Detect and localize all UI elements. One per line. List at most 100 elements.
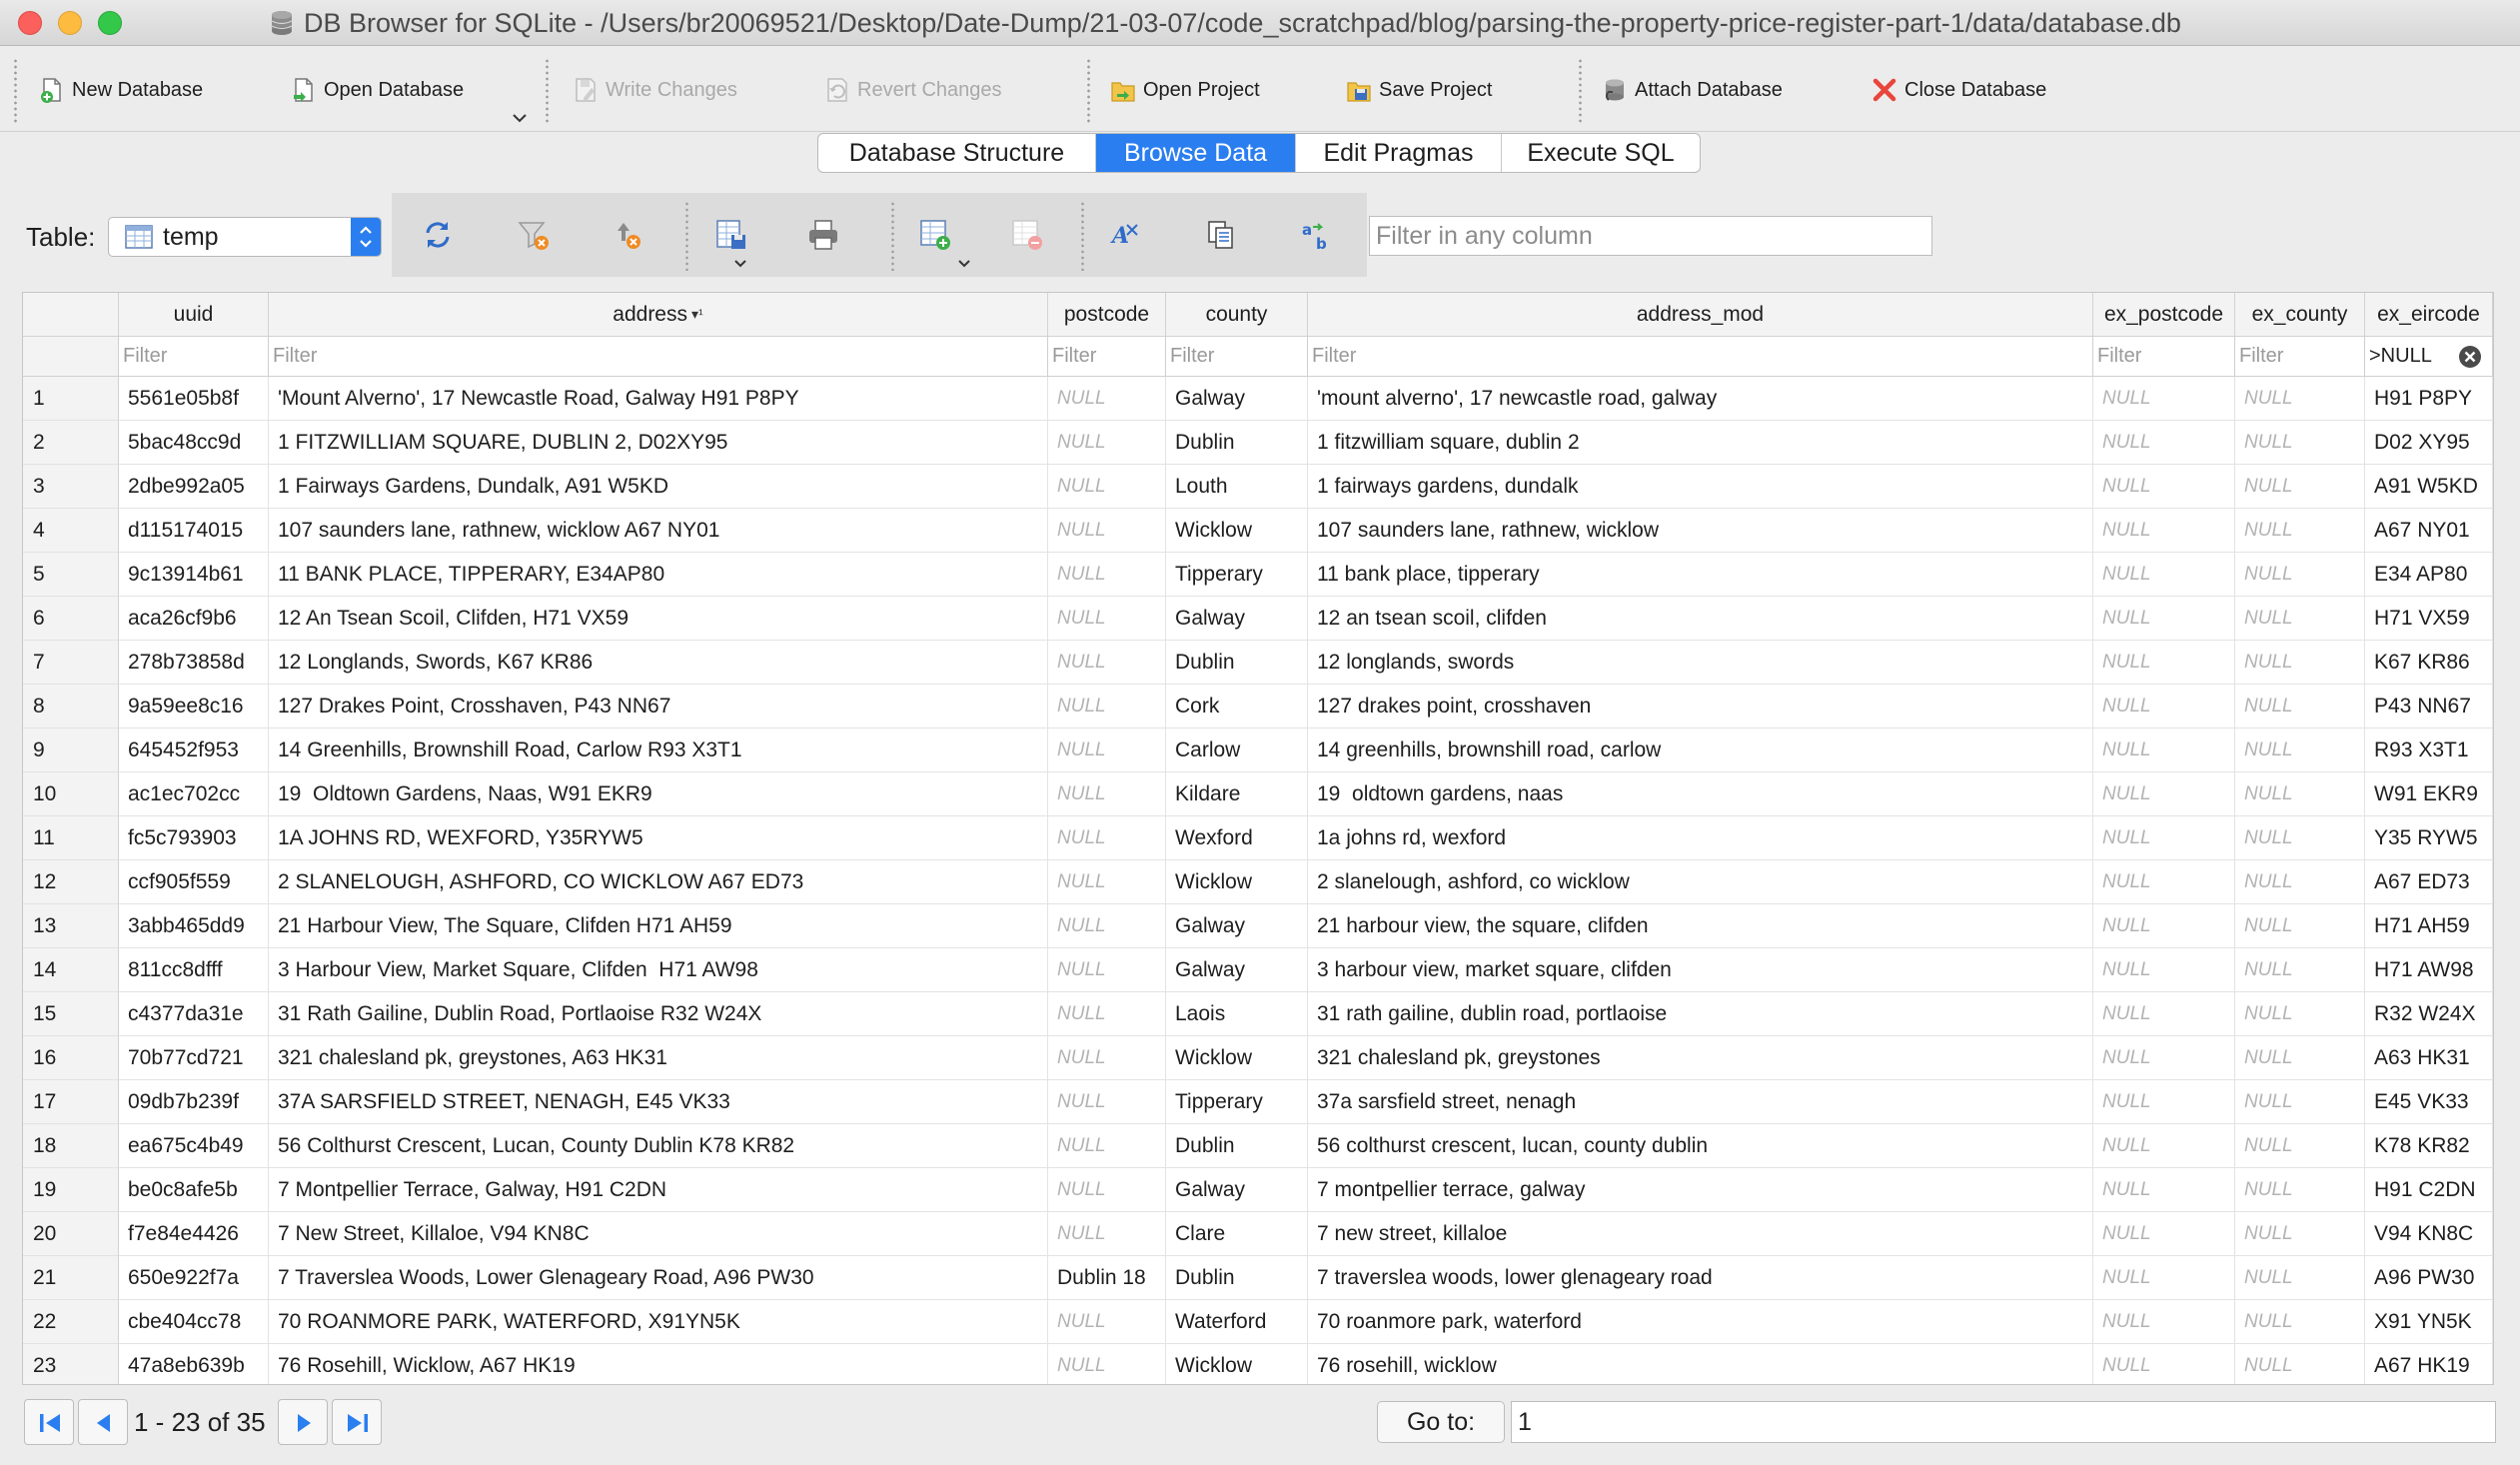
cell-address[interactable]: 14 Greenhills, Brownshill Road, Carlow R… — [269, 729, 1048, 772]
column-header-address-mod[interactable]: address_mod — [1308, 293, 2093, 337]
column-header-ex-eircode[interactable]: ex_eircode — [2365, 293, 2493, 337]
cell-ex-eircode[interactable]: E34 AP80 — [2365, 553, 2493, 597]
cell-postcode[interactable]: NULL — [1048, 992, 1166, 1036]
cell-ex-county[interactable]: NULL — [2235, 1256, 2365, 1300]
row-number[interactable]: 1 — [23, 377, 119, 421]
row-number[interactable]: 10 — [23, 772, 119, 816]
table-select[interactable]: temp — [108, 217, 382, 257]
cell-ex-postcode[interactable]: NULL — [2093, 816, 2235, 860]
cell-postcode[interactable]: NULL — [1048, 421, 1166, 465]
cell-county[interactable]: Galway — [1166, 904, 1308, 948]
set-encoding-icon[interactable]: A — [1107, 217, 1143, 253]
cell-ex-county[interactable]: NULL — [2235, 421, 2365, 465]
cell-address-mod[interactable]: 21 harbour view, the square, clifden — [1308, 904, 2093, 948]
cell-address-mod[interactable]: 56 colthurst crescent, lucan, county dub… — [1308, 1124, 2093, 1168]
cell-ex-county[interactable]: NULL — [2235, 860, 2365, 904]
cell-ex-county[interactable]: NULL — [2235, 377, 2365, 421]
cell-county[interactable]: Tipperary — [1166, 1080, 1308, 1124]
cell-postcode[interactable]: NULL — [1048, 772, 1166, 816]
cell-address[interactable]: 107 saunders lane, rathnew, wicklow A67 … — [269, 509, 1048, 553]
cell-ex-postcode[interactable]: NULL — [2093, 421, 2235, 465]
cell-address-mod[interactable]: 7 new street, killaloe — [1308, 1212, 2093, 1256]
cell-ex-county[interactable]: NULL — [2235, 1080, 2365, 1124]
cell-address[interactable]: 127 Drakes Point, Crosshaven, P43 NN67 — [269, 685, 1048, 729]
cell-ex-postcode[interactable]: NULL — [2093, 992, 2235, 1036]
cell-county[interactable]: Tipperary — [1166, 553, 1308, 597]
row-number[interactable]: 7 — [23, 641, 119, 685]
cell-ex-postcode[interactable]: NULL — [2093, 1300, 2235, 1344]
cell-address[interactable]: 37A SARSFIELD STREET, NENAGH, E45 VK33 — [269, 1080, 1048, 1124]
cell-uuid[interactable]: f7e84e4426 — [119, 1212, 269, 1256]
row-number[interactable]: 18 — [23, 1124, 119, 1168]
cell-postcode[interactable]: NULL — [1048, 1212, 1166, 1256]
cell-ex-postcode[interactable]: NULL — [2093, 729, 2235, 772]
cell-ex-postcode[interactable]: NULL — [2093, 641, 2235, 685]
cell-ex-eircode[interactable]: K67 KR86 — [2365, 641, 2493, 685]
clear-filter-icon[interactable] — [2458, 345, 2482, 369]
cell-uuid[interactable]: 650e922f7a — [119, 1256, 269, 1300]
cell-ex-county[interactable]: NULL — [2235, 685, 2365, 729]
cell-address[interactable]: 21 Harbour View, The Square, Clifden H71… — [269, 904, 1048, 948]
cell-ex-postcode[interactable]: NULL — [2093, 772, 2235, 816]
cell-county[interactable]: Louth — [1166, 465, 1308, 509]
row-number[interactable]: 20 — [23, 1212, 119, 1256]
cell-uuid[interactable]: fc5c793903 — [119, 816, 269, 860]
cell-ex-county[interactable]: NULL — [2235, 772, 2365, 816]
cell-uuid[interactable]: 278b73858d — [119, 641, 269, 685]
cell-address-mod[interactable]: 70 roanmore park, waterford — [1308, 1300, 2093, 1344]
cell-address[interactable]: 31 Rath Gailine, Dublin Road, Portlaoise… — [269, 992, 1048, 1036]
row-number[interactable]: 17 — [23, 1080, 119, 1124]
cell-county[interactable]: Wicklow — [1166, 509, 1308, 553]
window-minimize-button[interactable] — [58, 11, 82, 35]
cell-postcode[interactable]: NULL — [1048, 1344, 1166, 1384]
cell-ex-eircode[interactable]: P43 NN67 — [2365, 685, 2493, 729]
cell-postcode[interactable]: NULL — [1048, 597, 1166, 641]
cell-uuid[interactable]: d115174015 — [119, 509, 269, 553]
cell-ex-eircode[interactable]: E45 VK33 — [2365, 1080, 2493, 1124]
cell-ex-eircode[interactable]: H71 AW98 — [2365, 948, 2493, 992]
cell-county[interactable]: Laois — [1166, 992, 1308, 1036]
goto-button[interactable]: Go to: — [1377, 1401, 1505, 1443]
attach-database-button[interactable]: Attach Database — [1601, 72, 1783, 108]
cell-address-mod[interactable]: 12 an tsean scoil, clifden — [1308, 597, 2093, 641]
cell-address[interactable]: 3 Harbour View, Market Square, Clifden H… — [269, 948, 1048, 992]
cell-ex-eircode[interactable]: A67 NY01 — [2365, 509, 2493, 553]
cell-address[interactable]: 2 SLANELOUGH, ASHFORD, CO WICKLOW A67 ED… — [269, 860, 1048, 904]
delete-record-icon[interactable] — [1009, 217, 1045, 253]
cell-address-mod[interactable]: 14 greenhills, brownshill road, carlow — [1308, 729, 2093, 772]
cell-address-mod[interactable]: 19 oldtown gardens, naas — [1308, 772, 2093, 816]
cell-uuid[interactable]: 5561e05b8f — [119, 377, 269, 421]
window-zoom-button[interactable] — [98, 11, 122, 35]
cell-address[interactable]: 321 chalesland pk, greystones, A63 HK31 — [269, 1036, 1048, 1080]
refresh-icon[interactable] — [420, 217, 456, 253]
cell-county[interactable]: Kildare — [1166, 772, 1308, 816]
cell-ex-county[interactable]: NULL — [2235, 816, 2365, 860]
filter-any-column-input[interactable]: Filter in any column — [1369, 216, 1932, 256]
cell-uuid[interactable]: 09db7b239f — [119, 1080, 269, 1124]
cell-county[interactable]: Cork — [1166, 685, 1308, 729]
cell-county[interactable]: Wicklow — [1166, 1344, 1308, 1384]
row-number[interactable]: 13 — [23, 904, 119, 948]
cell-ex-eircode[interactable]: H71 AH59 — [2365, 904, 2493, 948]
row-number[interactable]: 11 — [23, 816, 119, 860]
cell-postcode[interactable]: NULL — [1048, 1036, 1166, 1080]
cell-postcode[interactable]: NULL — [1048, 509, 1166, 553]
cell-postcode[interactable]: NULL — [1048, 1168, 1166, 1212]
cell-address[interactable]: 7 Montpellier Terrace, Galway, H91 C2DN — [269, 1168, 1048, 1212]
cell-postcode[interactable]: NULL — [1048, 860, 1166, 904]
cell-ex-postcode[interactable]: NULL — [2093, 1212, 2235, 1256]
find-replace-icon[interactable]: a b — [1299, 217, 1335, 253]
cell-ex-eircode[interactable]: A63 HK31 — [2365, 1036, 2493, 1080]
last-page-button[interactable] — [332, 1399, 382, 1445]
cell-county[interactable]: Dublin — [1166, 1256, 1308, 1300]
cell-uuid[interactable]: 811cc8dfff — [119, 948, 269, 992]
cell-uuid[interactable]: c4377da31e — [119, 992, 269, 1036]
cell-ex-eircode[interactable]: R93 X3T1 — [2365, 729, 2493, 772]
cell-ex-postcode[interactable]: NULL — [2093, 1256, 2235, 1300]
cell-address[interactable]: 'Mount Alverno', 17 Newcastle Road, Galw… — [269, 377, 1048, 421]
cell-ex-eircode[interactable]: A67 ED73 — [2365, 860, 2493, 904]
row-number[interactable]: 15 — [23, 992, 119, 1036]
cell-uuid[interactable]: 645452f953 — [119, 729, 269, 772]
table-select-arrows[interactable] — [351, 218, 381, 256]
cell-address-mod[interactable]: 107 saunders lane, rathnew, wicklow — [1308, 509, 2093, 553]
